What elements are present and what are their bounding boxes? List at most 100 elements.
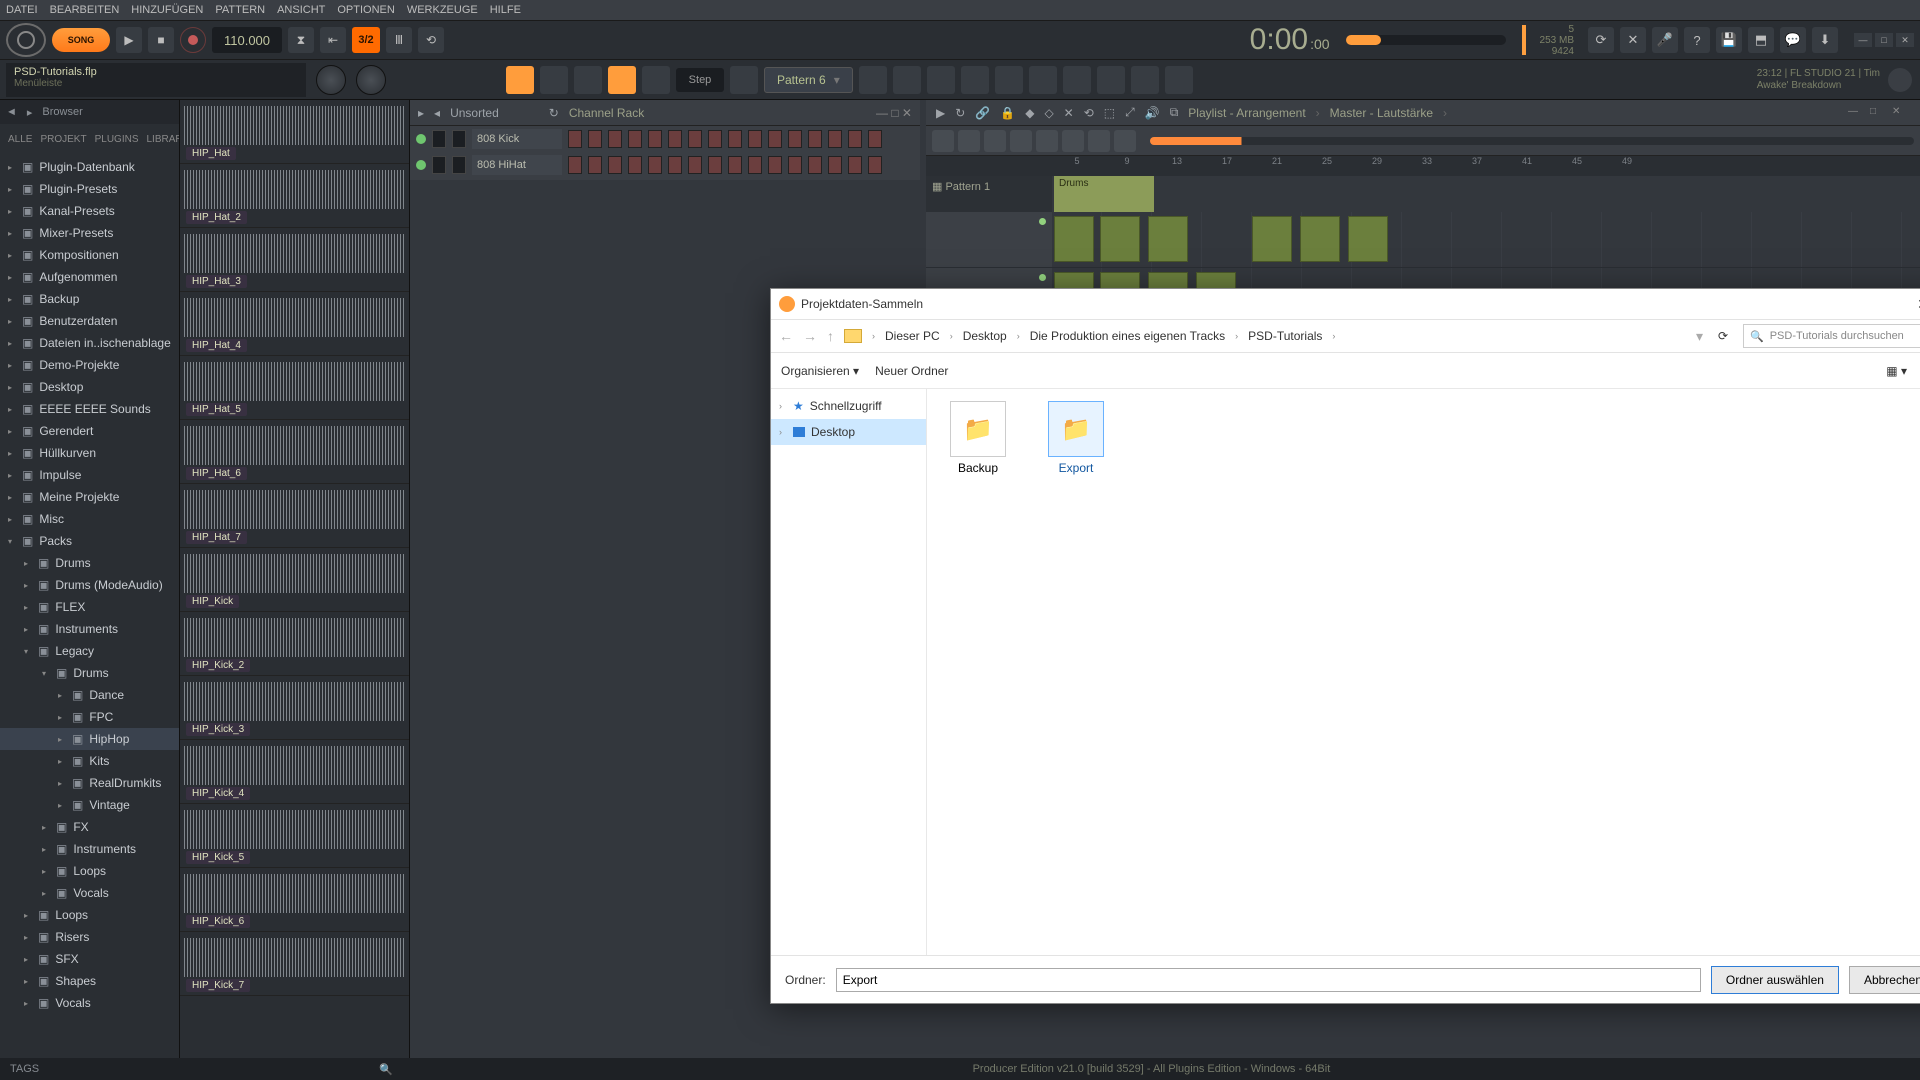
view-piano-roll-icon[interactable]: [893, 66, 921, 94]
sidebar-item-schnellzugriff[interactable]: ›★Schnellzugriff: [771, 393, 926, 419]
tree-item[interactable]: ▸▣Drums: [0, 552, 179, 574]
dialog-close-icon[interactable]: ✕: [1903, 290, 1920, 318]
browser-tree[interactable]: ▸▣Plugin-Datenbank▸▣Plugin-Presets▸▣Kana…: [0, 154, 179, 1016]
tree-item[interactable]: ▸▣Drums (ModeAudio): [0, 574, 179, 596]
tree-item[interactable]: ▸▣Dance: [0, 684, 179, 706]
tree-item[interactable]: ▸▣Kompositionen: [0, 244, 179, 266]
tree-item[interactable]: ▸▣Hüllkurven: [0, 442, 179, 464]
channel-rack[interactable]: ▸◂ Unsorted ↻ Channel Rack — □ ✕ 808 Kic…: [410, 100, 920, 180]
toolbar-btn-link-icon[interactable]: [608, 66, 636, 94]
typing-keyboard-icon[interactable]: [506, 66, 534, 94]
tree-item[interactable]: ▸▣Vintage: [0, 794, 179, 816]
menu-datei[interactable]: DATEI: [6, 4, 38, 16]
sample-item[interactable]: HIP_Hat_2: [180, 164, 409, 228]
tree-item[interactable]: ▸▣Desktop: [0, 376, 179, 398]
sample-item[interactable]: HIP_Hat_7: [180, 484, 409, 548]
tree-item[interactable]: ▾▣Packs: [0, 530, 179, 552]
tree-item[interactable]: ▸▣Gerendert: [0, 420, 179, 442]
breadcrumb-2[interactable]: Die Produktion eines eigenen Tracks: [1030, 329, 1225, 343]
pl-tool-select-icon[interactable]: [1062, 130, 1084, 152]
breadcrumb-0[interactable]: Dieser PC: [885, 329, 940, 343]
pl-tool-mute-icon[interactable]: [1010, 130, 1032, 152]
song-position-slider[interactable]: [1346, 35, 1506, 45]
plugin-icon[interactable]: [1029, 66, 1057, 94]
view-browser-icon[interactable]: [995, 66, 1023, 94]
tree-item[interactable]: ▸▣Misc: [0, 508, 179, 530]
pl-tool-slice-icon[interactable]: [1036, 130, 1058, 152]
tree-item[interactable]: ▸▣SFX: [0, 948, 179, 970]
tree-item[interactable]: ▸▣Demo-Projekte: [0, 354, 179, 376]
tree-item[interactable]: ▸▣EEEE EEEE Sounds: [0, 398, 179, 420]
organize-menu[interactable]: Organisieren ▾: [781, 364, 859, 378]
menu-optionen[interactable]: OPTIONEN: [337, 4, 394, 16]
play-button[interactable]: ▶: [116, 27, 142, 53]
dialog-titlebar[interactable]: Projektdaten-Sammeln ✕: [771, 289, 1920, 319]
playlist-ruler[interactable]: 5913172125293337414549: [926, 156, 1920, 176]
tree-item[interactable]: ▸▣Dateien in..ischenablage: [0, 332, 179, 354]
pl-tool-erase-icon[interactable]: [984, 130, 1006, 152]
menu-pattern[interactable]: PATTERN: [215, 4, 265, 16]
pl-max[interactable]: □: [1870, 106, 1888, 120]
undo-history-icon[interactable]: ⟳: [1588, 27, 1614, 53]
help-icon[interactable]: ?: [1684, 27, 1710, 53]
shop-icon[interactable]: [1165, 66, 1193, 94]
folder-input[interactable]: [836, 968, 1701, 992]
pattern-selector[interactable]: Pattern 6 ▾: [764, 67, 853, 93]
pl-min[interactable]: —: [1848, 106, 1866, 120]
tree-item[interactable]: ▸▣Impulse: [0, 464, 179, 486]
sample-item[interactable]: HIP_Kick_5: [180, 804, 409, 868]
nav-back-icon[interactable]: ←: [779, 328, 793, 344]
close-all-icon[interactable]: [1097, 66, 1125, 94]
pl-tool-play-icon[interactable]: [1114, 130, 1136, 152]
sample-item[interactable]: HIP_Hat: [180, 100, 409, 164]
render-icon[interactable]: ⬒: [1748, 27, 1774, 53]
midi-icon[interactable]: ✕: [1620, 27, 1646, 53]
tree-item[interactable]: ▸▣Aufgenommen: [0, 266, 179, 288]
undo-icon[interactable]: [1131, 66, 1159, 94]
tree-item[interactable]: ▸▣Instruments: [0, 618, 179, 640]
audio-icon[interactable]: 🎤: [1652, 27, 1678, 53]
sample-item[interactable]: HIP_Hat_6: [180, 420, 409, 484]
pl-clip-drums[interactable]: Drums: [1054, 176, 1154, 212]
channel-row[interactable]: 808 HiHat: [410, 152, 920, 178]
tree-item[interactable]: ▸▣RealDrumkits: [0, 772, 179, 794]
refresh-icon[interactable]: ⟳: [1713, 326, 1733, 346]
file-item-backup[interactable]: 📁Backup: [939, 401, 1017, 943]
sample-item[interactable]: HIP_Kick: [180, 548, 409, 612]
browser-tabs[interactable]: ALLEPROJEKTPLUGINSLIBRARYSTARREDALL…2: [0, 124, 179, 154]
menubar[interactable]: DATEIBEARBEITENHINZUFÜGENPATTERNANSICHTO…: [0, 0, 1920, 20]
view-playlist-icon[interactable]: [859, 66, 887, 94]
time-display[interactable]: 0:00 :00: [1250, 23, 1330, 57]
tree-item[interactable]: ▸▣Backup: [0, 288, 179, 310]
ch-sort[interactable]: Unsorted: [450, 106, 499, 120]
sample-item[interactable]: HIP_Kick_4: [180, 740, 409, 804]
tree-item[interactable]: ▾▣Drums: [0, 662, 179, 684]
window-close[interactable]: ✕: [1896, 33, 1914, 47]
tree-item[interactable]: ▸▣Vocals: [0, 992, 179, 1014]
feedback-icon[interactable]: 💬: [1780, 27, 1806, 53]
news-panel[interactable]: 23:12 | FL STUDIO 21 | Tim Awake' Breakd…: [1757, 68, 1912, 92]
browser-tab-alle[interactable]: ALLE: [8, 134, 32, 145]
new-folder-button[interactable]: Neuer Ordner: [875, 364, 948, 378]
tree-item[interactable]: ▸▣Meine Projekte: [0, 486, 179, 508]
sample-item[interactable]: HIP_Hat_5: [180, 356, 409, 420]
tree-item[interactable]: ▸▣Mixer-Presets: [0, 222, 179, 244]
tree-item[interactable]: ▸▣Loops: [0, 904, 179, 926]
wait-icon[interactable]: ⇤: [320, 27, 346, 53]
view-mixer-icon[interactable]: [961, 66, 989, 94]
toolbar-btn-play[interactable]: [730, 66, 758, 94]
pl-tool-paint-icon[interactable]: [958, 130, 980, 152]
sample-item[interactable]: HIP_Kick_3: [180, 676, 409, 740]
search-icon[interactable]: 🔍: [379, 1063, 393, 1076]
tree-item[interactable]: ▸▣Kits: [0, 750, 179, 772]
menu-hilfe[interactable]: HILFE: [490, 4, 521, 16]
tree-item[interactable]: ▾▣Legacy: [0, 640, 179, 662]
main-volume-knob[interactable]: [316, 65, 346, 95]
menu-werkzeuge[interactable]: WERKZEUGE: [407, 4, 478, 16]
tempo-display[interactable]: 110.000: [212, 27, 282, 53]
browser-tab-plugins[interactable]: PLUGINS: [95, 134, 139, 145]
menu-hinzufügen[interactable]: HINZUFÜGEN: [131, 4, 203, 16]
browser-tab-projekt[interactable]: PROJEKT: [40, 134, 86, 145]
tree-item[interactable]: ▸▣Shapes: [0, 970, 179, 992]
ch-close-icon[interactable]: — □ ✕: [876, 106, 912, 120]
